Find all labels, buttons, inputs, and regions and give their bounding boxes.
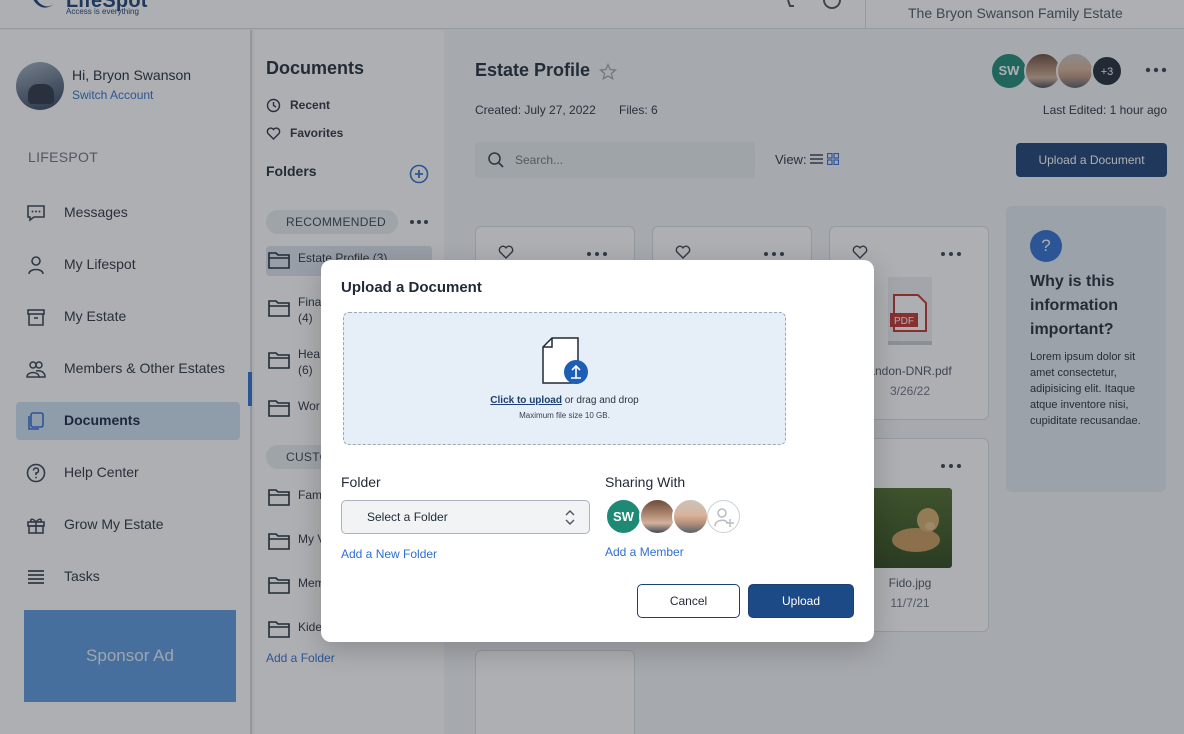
upload-document-dialog: Upload a Document Click to upload or dra… (321, 260, 874, 642)
add-member-link[interactable]: Add a Member (605, 545, 684, 559)
sharing-avatars: SW (605, 497, 745, 537)
sharing-with-label: Sharing With (605, 474, 686, 490)
add-new-folder-link[interactable]: Add a New Folder (341, 547, 437, 561)
person-add-icon (714, 508, 734, 527)
click-to-upload-link[interactable]: Click to upload (490, 395, 562, 406)
folder-select[interactable]: Select a Folder (341, 500, 590, 534)
avatar[interactable] (639, 498, 676, 535)
file-dropzone[interactable]: Click to upload or drag and drop Maximum… (343, 312, 786, 445)
drag-drop-text: or drag and drop (561, 395, 639, 406)
avatar[interactable] (672, 498, 709, 535)
dropzone-text: Click to upload or drag and drop (344, 395, 785, 406)
chevron-up-down-icon (565, 510, 575, 525)
file-upload-icon (542, 337, 588, 384)
cancel-button[interactable]: Cancel (637, 584, 740, 618)
max-file-size: Maximum file size 10 GB. (519, 411, 610, 420)
avatar[interactable]: SW (605, 498, 642, 535)
folder-select-value: Select a Folder (367, 510, 448, 524)
upload-button[interactable]: Upload (748, 584, 854, 618)
dialog-title: Upload a Document (341, 279, 482, 296)
folder-label: Folder (341, 474, 381, 490)
add-member-icon[interactable] (707, 500, 740, 533)
